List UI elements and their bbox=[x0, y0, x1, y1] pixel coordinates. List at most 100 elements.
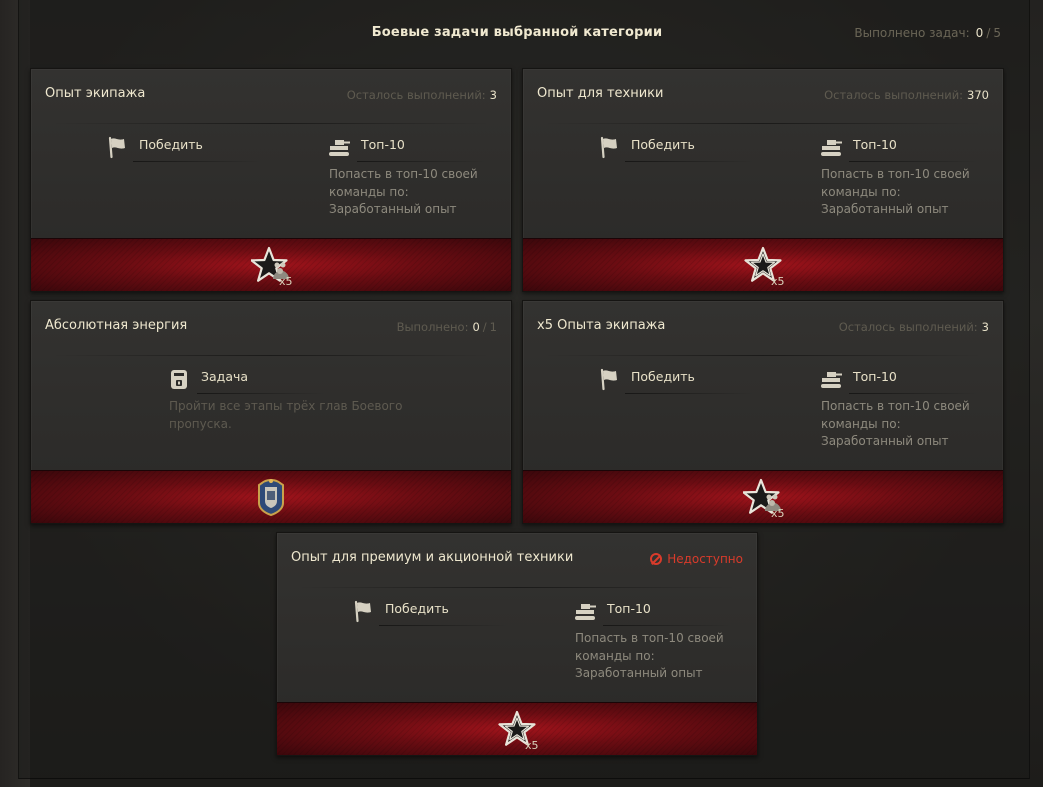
condition-underline bbox=[625, 393, 755, 394]
condition-win: Победить bbox=[597, 367, 695, 391]
condition-underline bbox=[197, 393, 327, 394]
condition-underline bbox=[849, 393, 979, 394]
description-line: Заработанный опыт bbox=[575, 666, 703, 680]
divider bbox=[51, 123, 491, 124]
condition-label: Победить bbox=[631, 369, 695, 384]
description-line: команды по: bbox=[329, 184, 409, 199]
condition-underline bbox=[133, 161, 263, 162]
reward-multiplier: x5 bbox=[525, 739, 539, 752]
description-line: Попасть в топ-10 своей bbox=[821, 167, 970, 181]
mission-remaining: Осталось выполнений: 3 bbox=[347, 88, 497, 102]
mission-card-crew-xp[interactable]: Опыт экипажа Осталось выполнений: 3 Побед… bbox=[30, 68, 512, 292]
mission-remaining: Осталось выполнений: 370 bbox=[824, 88, 989, 102]
reward-multiplier: x5 bbox=[279, 275, 293, 288]
mission-card-absolute-energy[interactable]: Абсолютная энергия Выполнено: 0/1 Задача … bbox=[30, 300, 512, 524]
condition-task: Задача bbox=[167, 367, 248, 391]
page-title: Боевые задачи выбранной категории bbox=[371, 25, 663, 40]
condition-label: Победить bbox=[385, 601, 449, 616]
condition-description: Попасть в топ-10 своей команды по: Зараб… bbox=[329, 166, 519, 219]
reward-strip[interactable]: x5 bbox=[523, 238, 1003, 291]
description-line: команды по: bbox=[821, 184, 901, 199]
condition-top10: Топ-10 bbox=[327, 135, 405, 159]
tasks-progress: Выполнено задач: 0/5 bbox=[854, 26, 1001, 40]
mission-completed-label: Выполнено: bbox=[396, 320, 469, 334]
mission-remaining-value: 3 bbox=[981, 320, 989, 334]
tank-icon bbox=[819, 135, 843, 159]
reward-strip[interactable]: x5 bbox=[523, 470, 1003, 523]
mission-title: x5 Опыта экипажа bbox=[537, 318, 666, 333]
description-line: команды по: bbox=[575, 648, 655, 663]
tank-icon bbox=[819, 367, 843, 391]
unavailable-label: Недоступно bbox=[667, 552, 743, 566]
unavailable-status: Недоступно bbox=[650, 552, 743, 566]
condition-description: Пройти все этапы трёх глав Боевого пропу… bbox=[169, 398, 409, 433]
condition-underline bbox=[849, 161, 979, 162]
mission-remaining-value: 370 bbox=[967, 88, 989, 102]
mission-completed-value: 0 bbox=[472, 320, 480, 334]
reward-strip[interactable] bbox=[31, 470, 511, 523]
condition-top10: Топ-10 bbox=[819, 367, 897, 391]
unavailable-icon bbox=[650, 553, 663, 565]
condition-label: Топ-10 bbox=[853, 137, 897, 152]
description-line: Попасть в топ-10 своей bbox=[329, 167, 478, 181]
condition-label: Топ-10 bbox=[607, 601, 651, 616]
condition-underline bbox=[357, 161, 487, 162]
divider bbox=[543, 355, 983, 356]
description-line: Заработанный опыт bbox=[329, 202, 457, 216]
mission-title: Опыт экипажа bbox=[45, 86, 146, 101]
flag-icon bbox=[351, 599, 375, 623]
divider bbox=[51, 355, 491, 356]
mission-title: Опыт для премиум и акционной техники bbox=[291, 550, 574, 565]
reward-strip[interactable]: x5 bbox=[277, 702, 757, 755]
description-line: Заработанный опыт bbox=[821, 434, 949, 448]
condition-description: Попасть в топ-10 своей команды по: Зараб… bbox=[821, 398, 1011, 451]
condition-win: Победить bbox=[597, 135, 695, 159]
badge-icon[interactable] bbox=[251, 477, 291, 517]
tasks-progress-done: 0 bbox=[975, 26, 984, 40]
description-line: Пройти все этапы трёх глав Боевого bbox=[169, 399, 403, 413]
divider bbox=[543, 123, 983, 124]
mission-card-premium-vehicle-xp[interactable]: Опыт для премиум и акционной техники Нед… bbox=[276, 532, 758, 756]
condition-label: Топ-10 bbox=[361, 137, 405, 152]
mission-remaining-label: Осталось выполнений: bbox=[346, 88, 486, 102]
divider bbox=[297, 587, 737, 588]
condition-top10: Топ-10 bbox=[573, 599, 651, 623]
mission-card-x5-crew-xp[interactable]: x5 Опыта экипажа Осталось выполнений: 3 П… bbox=[522, 300, 1004, 524]
mission-remaining-value: 3 bbox=[489, 88, 497, 102]
tank-icon bbox=[327, 135, 351, 159]
description-line: Попасть в топ-10 своей bbox=[821, 399, 970, 413]
condition-description: Попасть в топ-10 своей команды по: Зараб… bbox=[821, 166, 1011, 219]
condition-underline bbox=[603, 625, 733, 626]
condition-label: Победить bbox=[631, 137, 695, 152]
reward-multiplier: x5 bbox=[771, 507, 785, 520]
tank-icon bbox=[573, 599, 597, 623]
mission-remaining-label: Осталось выполнений: bbox=[838, 320, 978, 334]
condition-description: Попасть в топ-10 своей команды по: Зараб… bbox=[575, 630, 765, 683]
condition-win: Победить bbox=[351, 599, 449, 623]
condition-top10: Топ-10 bbox=[819, 135, 897, 159]
reward-multiplier: x5 bbox=[771, 275, 785, 288]
reward-strip[interactable]: x5 bbox=[31, 238, 511, 291]
flag-icon bbox=[597, 135, 621, 159]
flag-icon bbox=[105, 135, 129, 159]
mission-completed-total: 1 bbox=[489, 320, 497, 334]
mission-card-vehicle-xp[interactable]: Опыт для техники Осталось выполнений: 370… bbox=[522, 68, 1004, 292]
condition-win: Победить bbox=[105, 135, 203, 159]
mission-title: Абсолютная энергия bbox=[45, 318, 188, 333]
task-icon bbox=[167, 367, 191, 391]
description-line: Заработанный опыт bbox=[821, 202, 949, 216]
condition-label: Задача bbox=[201, 369, 249, 384]
condition-label: Топ-10 bbox=[853, 369, 897, 384]
mission-remaining: Осталось выполнений: 3 bbox=[839, 320, 989, 334]
condition-label: Победить bbox=[139, 137, 203, 152]
description-line: пропуска. bbox=[169, 416, 232, 431]
condition-underline bbox=[379, 625, 509, 626]
mission-title: Опыт для техники bbox=[537, 86, 664, 101]
condition-underline bbox=[625, 161, 755, 162]
tasks-progress-separator: / bbox=[986, 26, 991, 40]
mission-remaining-label: Осталось выполнений: bbox=[824, 88, 964, 102]
mission-completed: Выполнено: 0/1 bbox=[397, 320, 497, 334]
description-line: Попасть в топ-10 своей bbox=[575, 631, 724, 645]
description-line: команды по: bbox=[821, 416, 901, 431]
mission-completed-separator: / bbox=[482, 320, 487, 334]
